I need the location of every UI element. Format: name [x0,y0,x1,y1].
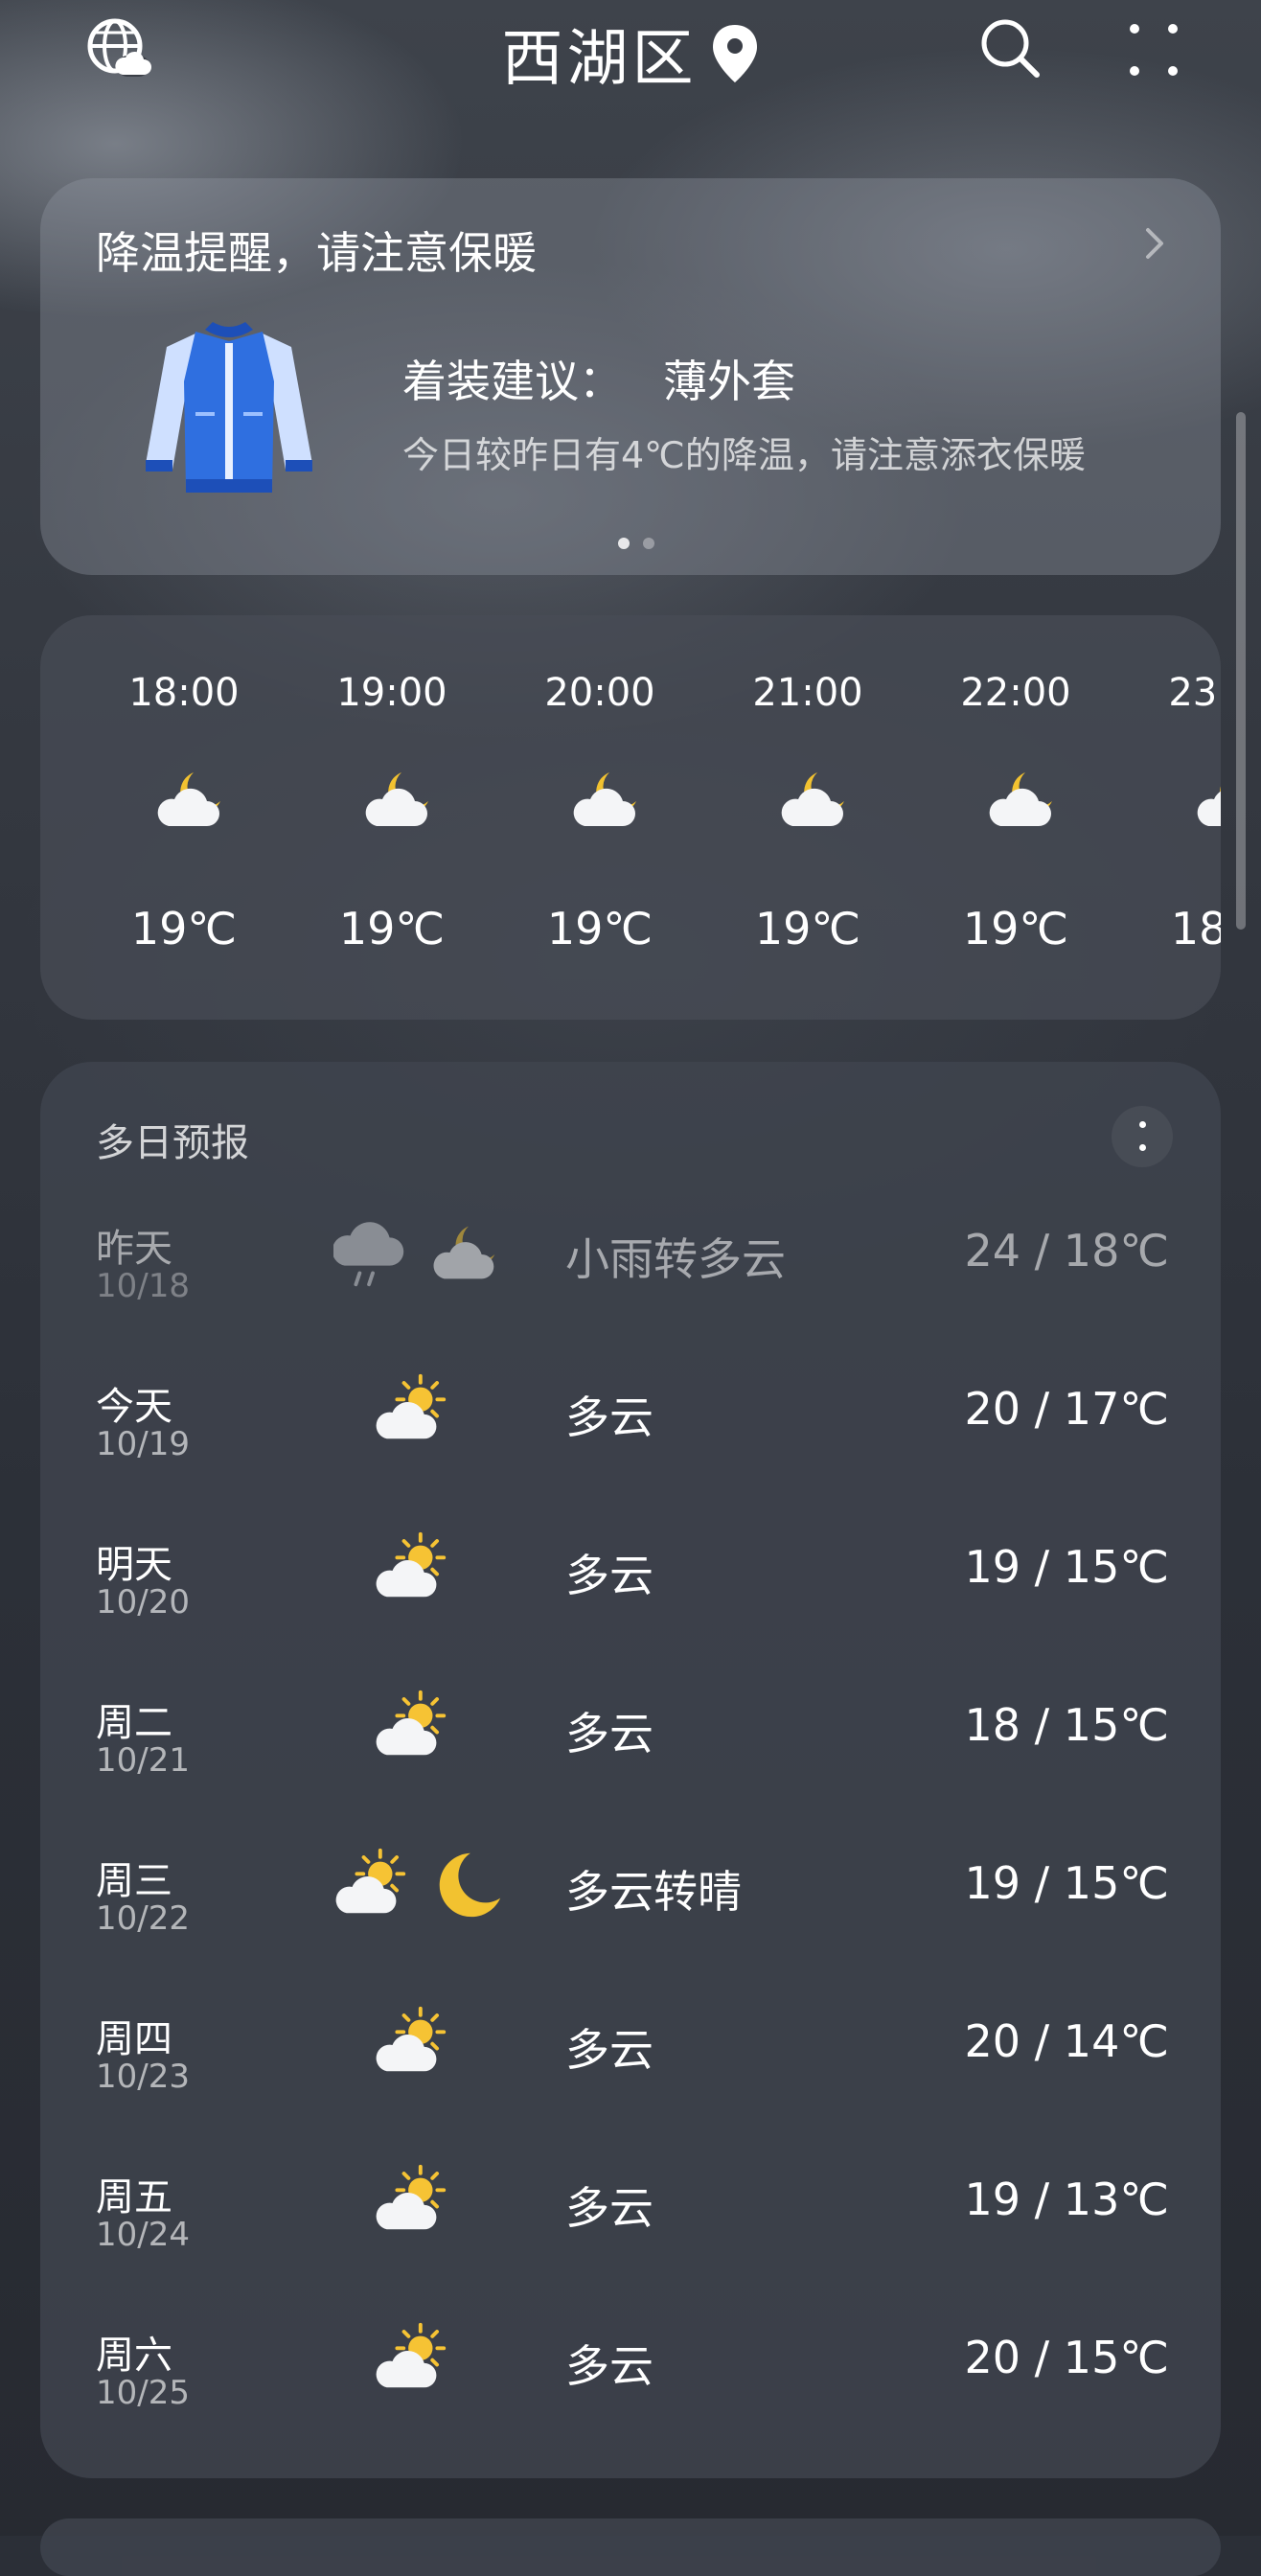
daily-more-button[interactable] [1112,1106,1173,1167]
daily-forecast-title: 多日预报 [96,1121,249,1165]
more-dots-icon[interactable] [1123,19,1184,80]
crescent-moon-icon [427,1846,506,1924]
jacket-icon [146,322,312,493]
day-label: 周二 [96,1701,172,1745]
hour-time: 22:00 [960,671,1071,715]
daily-row[interactable]: 今天 10/19 多云 20 / 17℃ [40,1362,1221,1519]
day-date: 10/21 [96,1741,190,1780]
daily-row[interactable]: 周四 10/23 多云 20 / 14℃ [40,1994,1221,2151]
chevron-right-icon[interactable] [1142,224,1169,263]
night-partly-cloudy-icon [567,759,648,840]
alert-description: 今日较昨日有4℃的降温，请注意添衣保暖 [402,434,1086,476]
day-date: 10/19 [96,1425,190,1463]
daily-row[interactable]: 周二 10/21 多云 18 / 15℃ [40,1678,1221,1835]
day-condition: 多云 [565,1392,653,1443]
page-indicator [611,535,661,553]
hour-temp: 19℃ [962,903,1069,954]
day-partly-cloudy-icon [374,2162,452,2241]
day-date: 10/20 [96,1583,190,1622]
page-dot-active [618,538,630,549]
day-label: 周五 [96,2175,172,2220]
page-dot [643,538,654,549]
hour-temp: 19℃ [546,903,653,954]
day-temp-range: 18 / 15℃ [964,1699,1169,1751]
day-label: 今天 [96,1385,172,1429]
day-partly-cloudy-icon [374,2004,452,2082]
hour-temp: 19℃ [754,903,861,954]
hourly-forecast-card[interactable]: 18:00 19℃ 19:00 19℃ 20:00 19℃ 21:00 19℃ 22:00 19℃… [40,615,1221,1020]
night-partly-cloudy-icon [151,759,232,840]
day-condition: 多云转晴 [565,1866,742,1918]
day-partly-cloudy-icon [374,1371,452,1450]
wear-suggestion-value: 薄外套 [663,356,795,407]
daily-row[interactable]: 明天 10/20 多云 19 / 15℃ [40,1520,1221,1677]
day-temp-range: 19 / 15℃ [964,1857,1169,1909]
night-partly-cloudy-icon [359,759,440,840]
hour-temp: 19℃ [130,903,238,954]
day-temp-range: 19 / 15℃ [964,1541,1169,1593]
hour-time: 18:00 [128,671,240,715]
day-partly-cloudy-icon [374,1530,452,1608]
wear-suggestion-label: 着装建议： [402,356,623,407]
day-date: 10/25 [96,2374,190,2412]
night-partly-cloudy-icon [775,759,856,840]
day-date: 10/18 [96,1267,190,1305]
day-condition: 多云 [565,2024,653,2076]
day-condition: 多云 [565,2182,653,2234]
day-condition: 多云 [565,1550,653,1601]
hour-temp: 18℃ [1170,903,1221,954]
day-partly-cloudy-icon [374,2320,452,2399]
page-scrollbar[interactable] [1236,412,1246,930]
day-label: 周三 [96,1859,172,1903]
day-date: 10/24 [96,2216,190,2254]
day-temp-range: 19 / 13℃ [964,2174,1169,2225]
daily-row[interactable]: 昨天 10/18 小雨转多云 24 / 18℃ [40,1204,1221,1361]
day-temp-range: 20 / 14℃ [964,2015,1169,2067]
day-partly-cloudy-icon [333,1846,412,1924]
map-pin-icon [712,25,757,82]
hour-time: 21:00 [752,671,863,715]
day-partly-cloudy-icon [374,1688,452,1766]
day-temp-range: 20 / 17℃ [964,1383,1169,1435]
day-date: 10/22 [96,1899,190,1938]
rain-cloud-icon [332,1213,412,1292]
daily-row[interactable]: 周六 10/25 多云 20 / 15℃ [40,2311,1221,2468]
hour-time: 19:00 [336,671,447,715]
alert-title: 降温提醒，请注意保暖 [96,227,537,279]
daily-row[interactable]: 周五 10/24 多云 19 / 13℃ [40,2152,1221,2310]
day-label: 周六 [96,2334,172,2378]
day-label: 周四 [96,2017,172,2061]
hour-time: 23:00 [1168,671,1221,715]
hour-time: 20:00 [544,671,655,715]
top-bar: 西湖区 [0,0,1261,105]
day-date: 10/23 [96,2058,190,2096]
day-label: 昨天 [96,1227,172,1271]
cooling-alert-card[interactable]: 降温提醒，请注意保暖 着装建议： 薄外套 今日较昨日有4℃的降温，请注意添衣保暖 [40,178,1221,575]
night-partly-cloudy-icon [983,759,1064,840]
night-partly-cloudy-icon [427,1213,506,1292]
search-icon[interactable] [975,13,1044,82]
location-title[interactable]: 西湖区 [501,24,697,95]
daily-forecast-card: 多日预报 昨天 10/18 小雨转多云 24 / 18℃ 今天 10/19 多云 20 / 1… [40,1062,1221,2478]
daily-row[interactable]: 周三 10/22 多云转晴 19 / 15℃ [40,1836,1221,1993]
day-condition: 多云 [565,1708,653,1760]
day-condition: 多云 [565,2340,653,2392]
next-card [40,2518,1221,2576]
day-condition: 小雨转多云 [565,1233,786,1285]
hour-temp: 19℃ [338,903,446,954]
day-label: 明天 [96,1543,172,1587]
day-temp-range: 20 / 15℃ [964,2332,1169,2383]
night-partly-cloudy-icon [1191,759,1221,840]
day-temp-range: 24 / 18℃ [964,1225,1169,1276]
